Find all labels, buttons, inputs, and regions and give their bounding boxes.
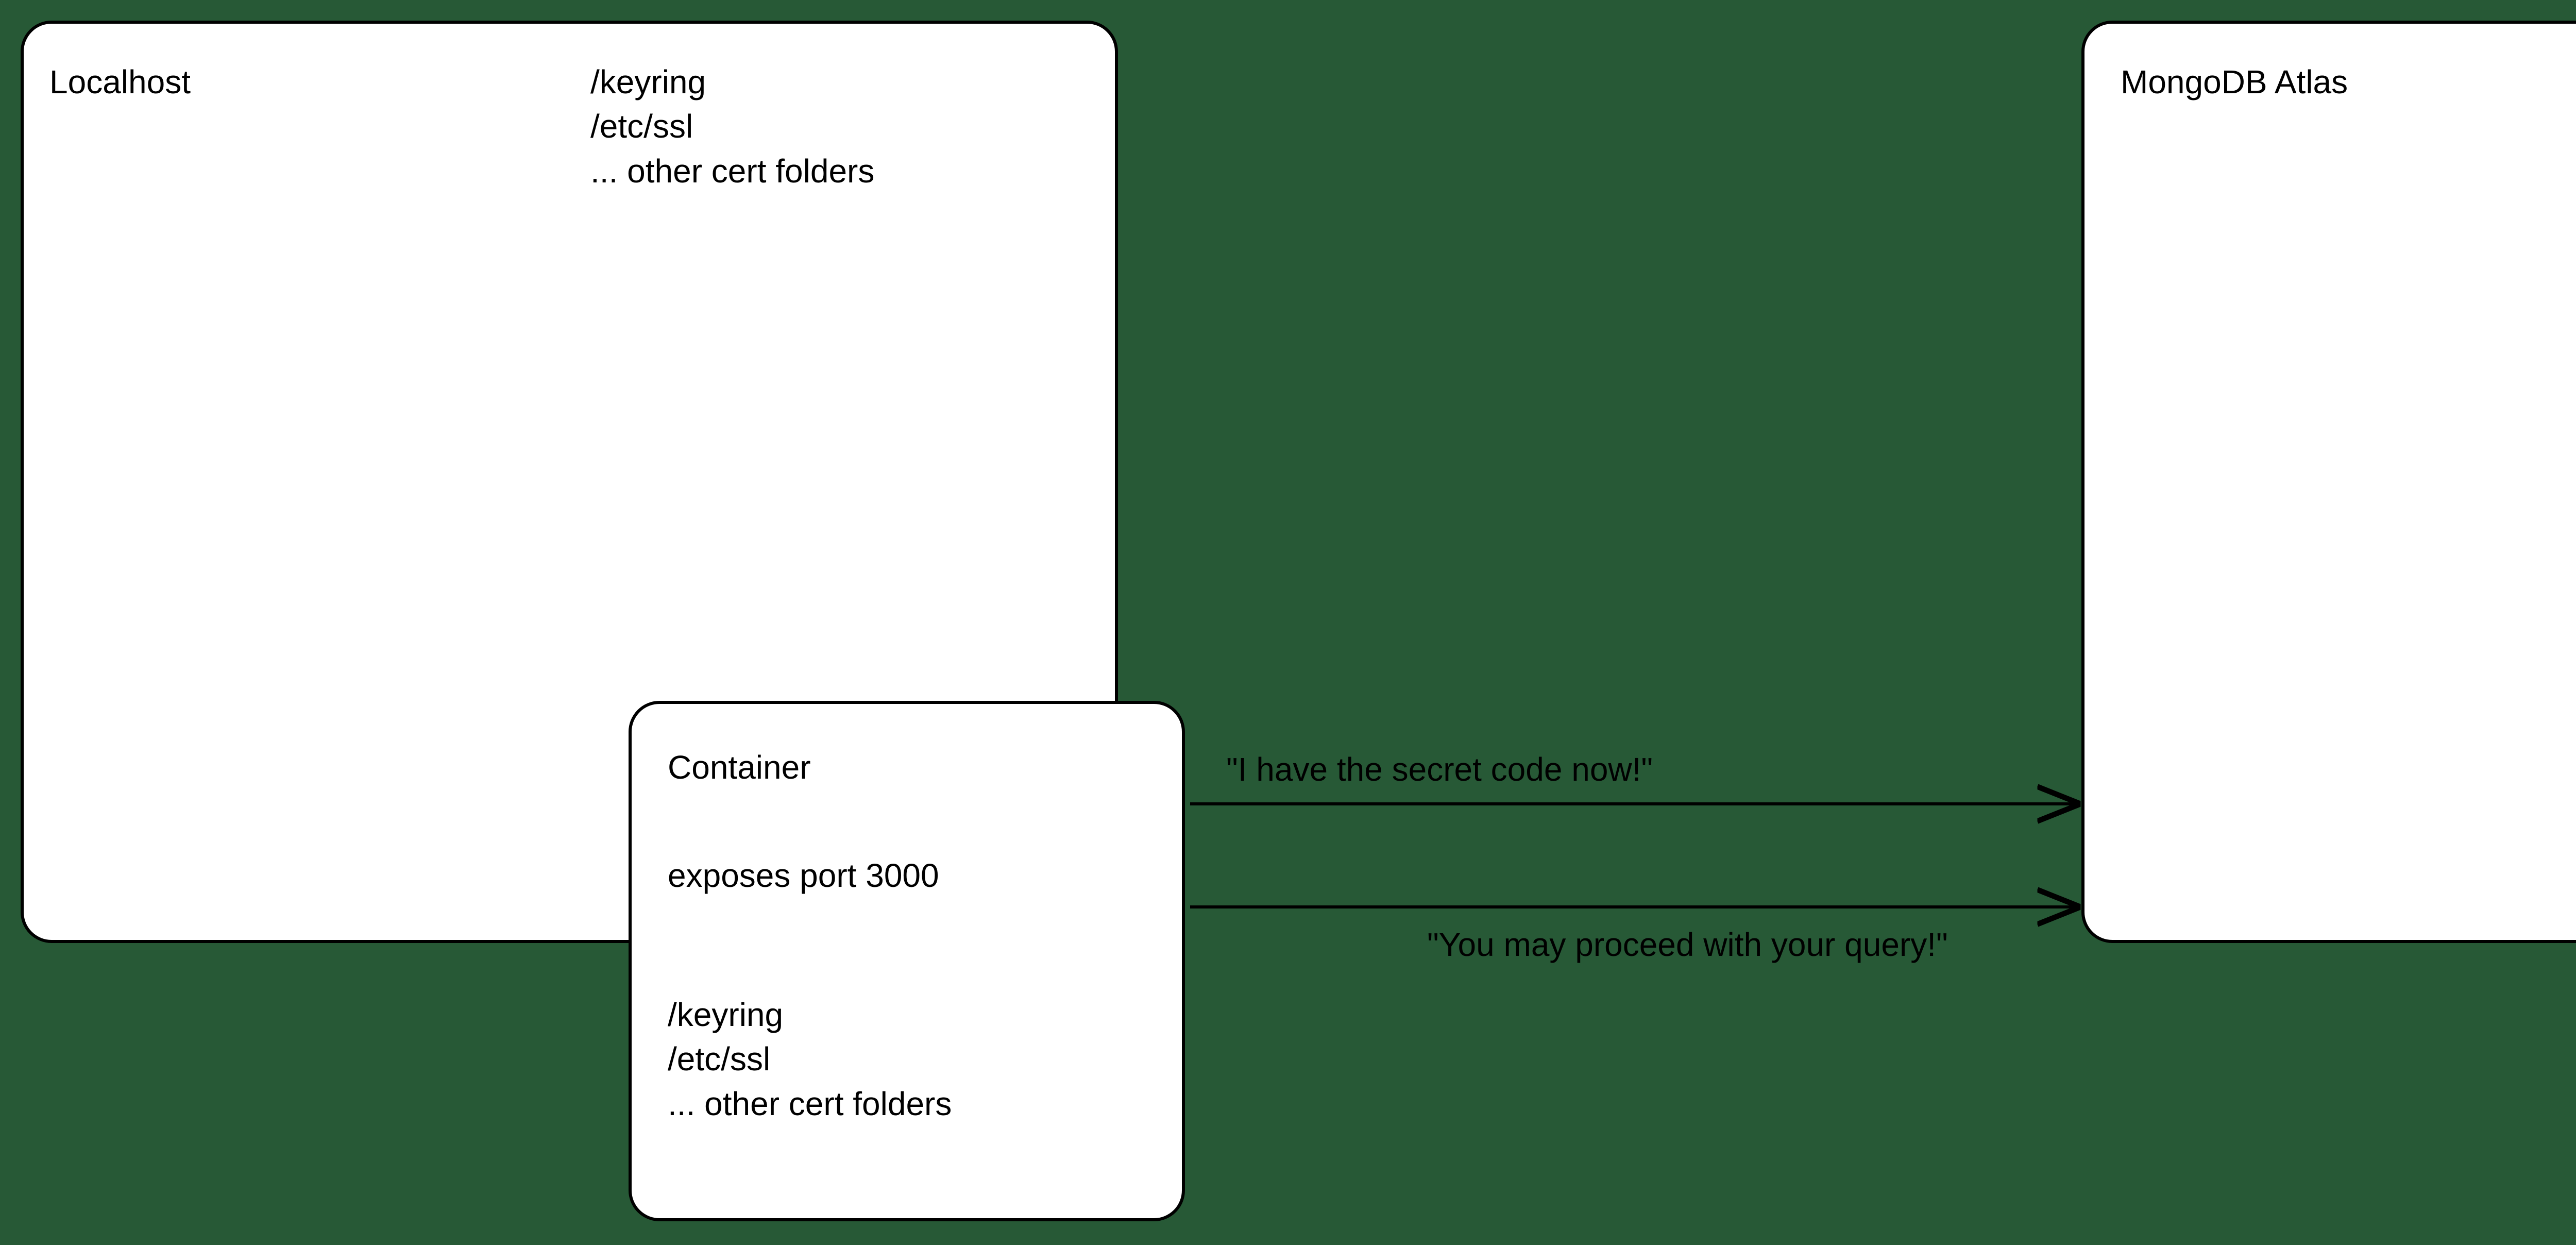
connection-arrows — [0, 0, 2576, 1245]
arrow-request-label: "I have the secret code now!" — [1226, 747, 1653, 792]
diagram-stage: Localhost /keyring /etc/ssl ... other ce… — [0, 0, 2576, 1245]
arrow-response-label: "You may proceed with your query!" — [1427, 922, 1948, 967]
